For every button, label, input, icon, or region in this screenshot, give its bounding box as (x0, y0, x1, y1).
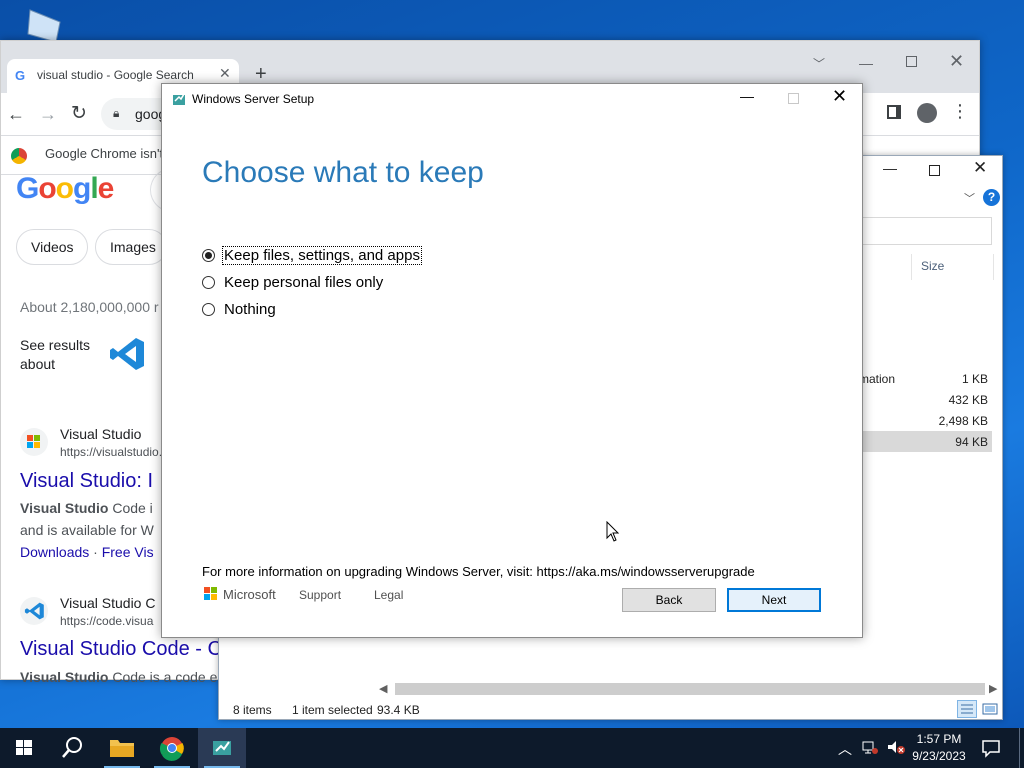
setup-window-title: Windows Server Setup (192, 92, 315, 106)
radio-label[interactable]: Keep personal files only (223, 274, 384, 291)
setup-close-button[interactable]: ✕ (832, 86, 847, 107)
result-title-link[interactable]: Visual Studio Code - C (20, 638, 222, 661)
side-panel-icon[interactable] (887, 105, 901, 119)
clock-time[interactable]: 1:57 PM (912, 732, 966, 746)
vscode-favicon-icon (20, 597, 48, 625)
tab-close-icon[interactable]: ✕ (219, 65, 231, 82)
setup-maximize-button (788, 93, 799, 104)
support-link[interactable]: Support (299, 588, 341, 602)
result-site-name: Visual Studio C (60, 595, 156, 611)
scroll-right-icon[interactable]: ▶ (989, 682, 997, 695)
explorer-search-input[interactable] (859, 217, 992, 245)
setup-minimize-button[interactable]: — (740, 88, 754, 104)
start-button[interactable] (0, 728, 48, 768)
sitelink-free-vis[interactable]: Free Vis (102, 544, 154, 560)
chrome-tab-title: visual studio - Google Search (37, 68, 194, 82)
file-row[interactable]: 432 KB (859, 389, 992, 410)
sitelink-downloads[interactable]: Downloads (20, 544, 89, 560)
microsoft-favicon-icon (20, 428, 48, 456)
ribbon-expand-icon[interactable]: ﹀ (964, 190, 975, 206)
show-desktop-button[interactable] (1019, 728, 1024, 768)
windows-setup-icon (172, 92, 186, 106)
result-url: https://code.visua (60, 614, 154, 628)
help-icon[interactable]: ? (983, 189, 1000, 206)
microsoft-wordmark: Microsoft (223, 587, 276, 602)
radio-button-selected[interactable] (202, 249, 215, 262)
status-selection: 1 item selected (292, 703, 373, 717)
large-icons-view-icon[interactable] (981, 700, 999, 718)
file-row[interactable]: mation 1 KB (859, 368, 992, 389)
filter-chip-videos[interactable]: Videos (16, 229, 88, 265)
details-view-icon[interactable] (957, 700, 977, 718)
filter-chip-images[interactable]: Images (95, 229, 167, 265)
setup-heading: Choose what to keep (202, 156, 484, 189)
show-hidden-icons-icon[interactable]: ︿ (838, 739, 852, 759)
infobar-text: Google Chrome isn't (45, 146, 164, 161)
radio-label[interactable]: Nothing (223, 301, 277, 318)
profile-icon[interactable] (917, 103, 937, 123)
lock-icon[interactable]: 🔒︎ (113, 106, 119, 121)
radio-button[interactable] (202, 303, 215, 316)
chrome-close-button[interactable]: ✕ (949, 51, 964, 72)
explorer-minimize-button[interactable]: — (883, 160, 897, 176)
legal-link[interactable]: Legal (374, 588, 403, 602)
clock-date[interactable]: 9/23/2023 (908, 749, 970, 763)
desktop-recycle-bin-icon[interactable] (26, 8, 66, 42)
notifications-icon[interactable] (980, 737, 1002, 759)
see-results-about: See results about (20, 337, 91, 372)
chrome-logo-icon (11, 148, 27, 164)
column-header-size[interactable]: Size (921, 259, 944, 273)
menu-icon[interactable]: ⋮ (951, 101, 969, 122)
windows-server-setup-icon[interactable] (198, 728, 246, 768)
column-divider[interactable] (911, 254, 912, 280)
explorer-close-button[interactable]: ✕ (973, 158, 987, 178)
chrome-maximize-button[interactable] (906, 56, 917, 67)
google-logo[interactable]: Google (16, 172, 114, 206)
taskbar: ︿ 1:57 PM 9/23/2023 (0, 728, 1024, 768)
chrome-icon[interactable] (148, 728, 196, 768)
results-stats: About 2,180,000,000 r (20, 299, 159, 315)
column-divider[interactable] (993, 254, 994, 280)
radio-button[interactable] (202, 276, 215, 289)
chrome-minimize-button[interactable]: — (859, 55, 873, 71)
scrollbar-thumb[interactable] (395, 683, 985, 695)
visual-studio-code-icon[interactable] (108, 334, 148, 374)
back-button[interactable]: Back (622, 588, 716, 612)
result-sitelinks: Downloads · Free Vis (20, 544, 154, 560)
file-explorer-icon[interactable] (98, 728, 146, 768)
status-selection-size: 93.4 KB (377, 703, 420, 717)
upgrade-info-text: For more information on upgrading Window… (202, 564, 755, 579)
windows-server-setup-dialog[interactable]: Windows Server Setup — ✕ Choose what to … (161, 83, 863, 638)
horizontal-scrollbar[interactable]: ◀ ▶ (379, 682, 1001, 696)
tab-search-icon[interactable]: ﹀ (813, 55, 825, 72)
status-item-count: 8 items (233, 703, 272, 717)
microsoft-logo-icon (204, 587, 218, 601)
google-favicon-icon: G (15, 68, 26, 83)
explorer-maximize-button[interactable] (929, 165, 940, 176)
volume-muted-icon[interactable] (886, 739, 906, 755)
back-icon[interactable]: ← (7, 104, 25, 125)
file-row-selected[interactable]: 94 KB (859, 431, 992, 452)
result-title-link[interactable]: Visual Studio: I (20, 470, 153, 493)
file-row[interactable]: 2,498 KB (859, 410, 992, 431)
result-site-name: Visual Studio (60, 426, 142, 442)
search-icon[interactable] (48, 728, 96, 768)
forward-icon[interactable]: → (39, 104, 57, 125)
next-button[interactable]: Next (727, 588, 821, 612)
radio-label[interactable]: Keep files, settings, and apps (222, 246, 422, 265)
network-icon[interactable] (862, 740, 878, 754)
result-snippet: Visual Studio Code i (20, 500, 153, 516)
mouse-cursor-icon (606, 521, 620, 543)
result-snippet-line2: and is available for W (20, 522, 154, 538)
reload-icon[interactable]: ↻ (71, 102, 87, 125)
scroll-left-icon[interactable]: ◀ (379, 682, 387, 695)
result-url: https://visualstudio. (60, 445, 163, 459)
